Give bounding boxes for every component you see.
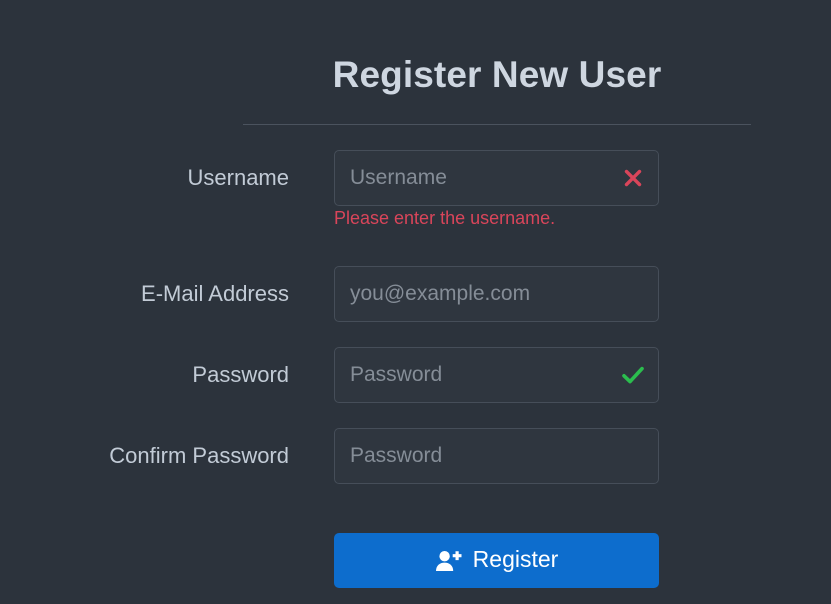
confirm-password-field[interactable] <box>334 428 659 484</box>
user-plus-icon <box>435 549 463 573</box>
form-row-confirm-password: Confirm Password <box>0 428 831 484</box>
form-row-password: Password <box>0 347 831 403</box>
register-button-label: Register <box>472 546 559 572</box>
username-error-message: Please enter the username. <box>334 208 556 228</box>
title-divider <box>243 124 751 125</box>
form-row-username: Username Please enter the username. <box>0 150 831 228</box>
email-input-wrap <box>334 266 659 322</box>
email-label: E-Mail Address <box>141 281 289 306</box>
username-label: Username <box>187 165 289 190</box>
password-field[interactable] <box>334 347 659 403</box>
register-button[interactable]: Register <box>334 533 659 588</box>
submit-row: Register <box>334 533 659 588</box>
password-label: Password <box>192 362 289 387</box>
page-title: Register New User <box>332 54 662 95</box>
form-row-email: E-Mail Address <box>0 266 831 322</box>
email-field[interactable] <box>334 266 659 322</box>
username-input-wrap <box>334 150 659 206</box>
password-input-wrap <box>334 347 659 403</box>
username-input[interactable] <box>334 150 659 206</box>
confirm-password-input-wrap <box>334 428 659 484</box>
register-page: Register New User Username Please enter … <box>0 0 831 604</box>
confirm-password-label: Confirm Password <box>109 443 289 468</box>
